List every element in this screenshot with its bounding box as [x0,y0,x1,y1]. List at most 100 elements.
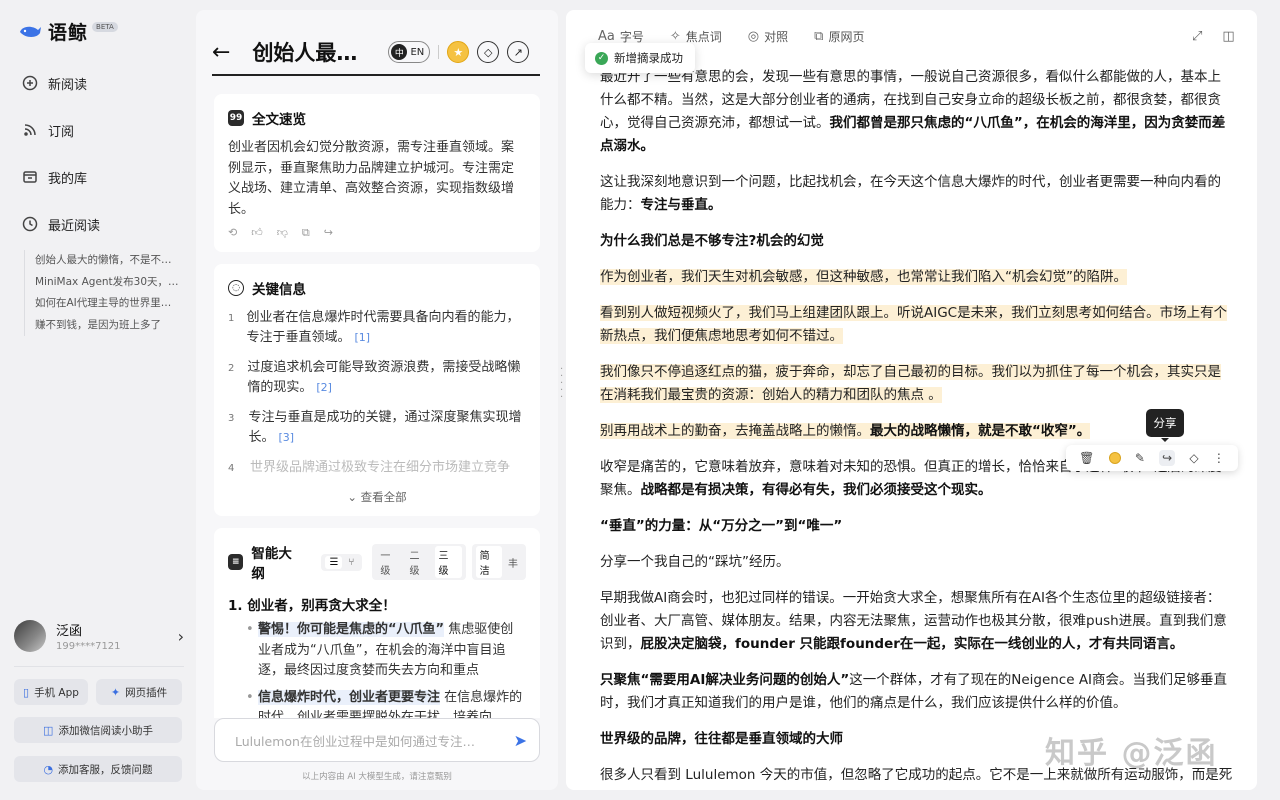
recent-item[interactable]: 创始人最大的懒惰，不是不努力 [35,250,180,272]
article-paragraph: 最近开了一些有意思的会，发现一些有意思的事情，一般说自己资源很多，看似什么都能做… [600,66,1230,158]
plus-circle-icon [22,75,38,91]
list-view-icon[interactable]: ☰ [325,555,343,569]
wechat-label: 添加微信阅读小助手 [58,724,153,737]
panel-resize-handle[interactable]: · · · · · [560,365,564,403]
compare-button[interactable]: ◎ 对照 [748,28,788,45]
item-number: 1 [228,313,235,324]
app-buttons-row: ▯ 手机 App ✦ 网页插件 [14,679,182,705]
quote-icon: 99 [228,110,244,126]
tag-icon[interactable]: ◇ [1189,451,1198,465]
highlight-color-icon[interactable] [1108,452,1121,464]
web-plugin-button[interactable]: ✦ 网页插件 [96,679,182,705]
ai-summary-panel: ← 创始人最… 中 EN ★ ◇ ↗ 99 全文速览 创业者因机会幻觉分散资源，… [196,10,558,790]
share-icon[interactable]: ↪ [1159,450,1176,466]
divider [14,666,184,667]
citation-link[interactable]: [3] [278,431,294,444]
share-icon[interactable]: ↗ [507,41,530,63]
nav-new-reading[interactable]: 新阅读 [14,70,184,96]
level-tab[interactable]: 二级 [405,546,432,578]
chat-placeholder: Lululemon在创业过程中是如何通过专注… [235,733,475,749]
mode-tab[interactable]: 丰 [504,554,522,571]
nav-label: 新阅读 [48,77,88,93]
level-tab[interactable]: 三级 [434,546,462,578]
toolbar-label: 原网页 [828,30,865,44]
original-page-button[interactable]: ⧉ 原网页 [814,28,864,45]
lang-zh: 中 [391,44,408,60]
citation-link[interactable]: [1] [354,331,370,344]
outline-h1: 1. 创业者，别再贪大求全！ [228,598,396,614]
lightbulb-icon: ◌ [228,280,244,296]
avatar [14,620,46,652]
citation-link[interactable]: [2] [316,381,332,394]
key-info-item: 1 创业者在信息爆炸时代需要具备向内看的能力，专注于垂直领域。 [1] [228,308,526,348]
language-toggle[interactable]: 中 EN [388,41,431,63]
copy-icon[interactable]: ⧉ [302,226,310,240]
recent-item[interactable]: 如何在AI代理主导的世界里，做 [35,293,180,315]
whale-logo-icon [20,26,41,37]
outline-mode-tabs: 简洁 丰 [471,544,526,580]
tag-icon[interactable]: ◇ [477,41,500,63]
chat-bubble-icon: ◫ [43,723,54,737]
app-logo[interactable]: 语鲸 BETA [18,18,118,45]
level-tab[interactable]: 一级 [376,546,403,578]
trash-icon[interactable]: 🗑︎ [1079,451,1094,465]
outline-card: ≡ 智能大纲 ☰ ⑂ 一级 二级 三级 简洁 丰 1. 创业者，别再贪大求全！ … [214,528,540,718]
share-icon[interactable]: ↪ [324,226,333,240]
bold-text: 专注与垂直。 [640,197,722,213]
sidebar-toggle-icon[interactable]: ◫ [1222,29,1234,44]
mobile-app-label: 手机 App [34,686,79,699]
send-icon[interactable]: ➤ [514,731,527,750]
bold-text: 屁股决定脑袋，founder 只能跟founder在一起，实际在一线创业的人，才… [640,636,1184,652]
nav-my-library[interactable]: 我的库 [14,164,184,190]
mode-tab[interactable]: 简洁 [475,546,502,578]
highlighted-text[interactable]: 看到别人做短视频火了，我们马上组建团队跟上。听说AIGC是未来，我们立刻思考如何… [600,305,1228,344]
font-size-icon: Aa [598,29,615,44]
item-text: 创业者在信息爆炸时代需要具备向内看的能力，专注于垂直领域。 [246,310,520,345]
nav-subscribe[interactable]: 订阅 [14,117,184,143]
note-icon[interactable]: ✎ [1135,451,1145,465]
recent-item[interactable]: 赚不到钱，是因为班上多了 [35,315,180,337]
item-text: 世界级品牌通过极致专注在细分市场建立竞争 [250,460,511,475]
article-heading: 为什么我们总是不够专注?机会的幻觉 [600,233,824,249]
toolbar-label: 对照 [764,30,789,44]
highlighted-bold-text[interactable]: 最大的战略懒惰，就是不敢“收窄”。 [870,423,1091,439]
highlighted-text[interactable]: 别再用战术上的勤奋，去掩盖战略上的懒惰。 [600,423,870,439]
ai-disclaimer: 以上内容由 AI 大模型生成，请注意甄别 [302,772,452,782]
user-card[interactable]: 泛函 199****7121 › [14,614,184,658]
add-wechat-assistant-button[interactable]: ◫ 添加微信阅读小助手 [14,717,182,743]
more-icon[interactable]: ⋮ [1213,451,1225,465]
divider [438,45,440,59]
highlighted-text[interactable]: 作为创业者，我们天生对机会敏感，但这种敏感，也常常让我们陷入“机会幻觉”的陷阱。 [600,269,1127,285]
article-paragraph: 别再用战术上的勤奋，去掩盖战略上的懒惰。最大的战略懒惰，就是不敢“收窄”。 [600,420,1230,443]
fullscreen-icon[interactable]: ⤢ [1192,29,1202,44]
back-arrow-icon[interactable]: ← [212,40,230,65]
highlighted-text[interactable]: 我们像只不停追逐红点的猫，疲于奔命，却忘了自己最初的目标。我们以为抓住了每一个机… [600,364,1221,403]
external-link-icon: ⧉ [814,29,824,44]
outline-icon: ≡ [228,554,244,570]
add-service-button[interactable]: ◔ 添加客服，反馈问题 [14,756,182,782]
nav-recent-reading[interactable]: 最近阅读 [14,211,184,237]
chevron-down-icon: ⌄ [347,490,361,504]
mobile-app-button[interactable]: ▯ 手机 App [14,679,88,705]
item-text: 过度追求机会可能导致资源浪费，需接受战略懒惰的现实。 [247,360,521,395]
mindmap-view-icon[interactable]: ⑂ [344,556,358,569]
clock-icon [22,216,38,232]
thumbs-down-icon[interactable]: 👎︎ [277,226,288,240]
rss-icon [24,124,36,136]
bold-text: 只聚焦“需要用AI解决业务问题的创始人” [600,672,850,688]
regenerate-icon[interactable]: ⟲ [228,226,237,240]
left-sidebar: 语鲸 BETA 新阅读 订阅 我的库 最近阅读 创始人最大的懒惰，不是不努力 M… [0,0,196,800]
user-phone: 199****7121 [56,641,121,652]
thumbs-up-icon[interactable]: 👍︎ [251,226,263,240]
recent-item[interactable]: MiniMax Agent发布30天，这次 [35,272,180,294]
see-all-button[interactable]: ⌄ 查看全部 [228,489,526,505]
star-icon[interactable]: ★ [447,41,470,63]
see-all-label: 查看全部 [360,490,407,504]
item-number: 4 [228,463,235,474]
watermark: 知乎 @泛函 [1045,736,1218,771]
reader-window-tools: ⤢ ◫ [1192,29,1235,44]
sidebar-nav: 新阅读 订阅 我的库 最近阅读 [14,70,184,258]
outline-level-tabs: 一级 二级 三级 [372,544,466,580]
bullet-title: 警惕！你可能是焦虑的“八爪鱼” [258,622,445,637]
chat-input[interactable]: Lululemon在创业过程中是如何通过专注… ➤ [214,718,540,762]
